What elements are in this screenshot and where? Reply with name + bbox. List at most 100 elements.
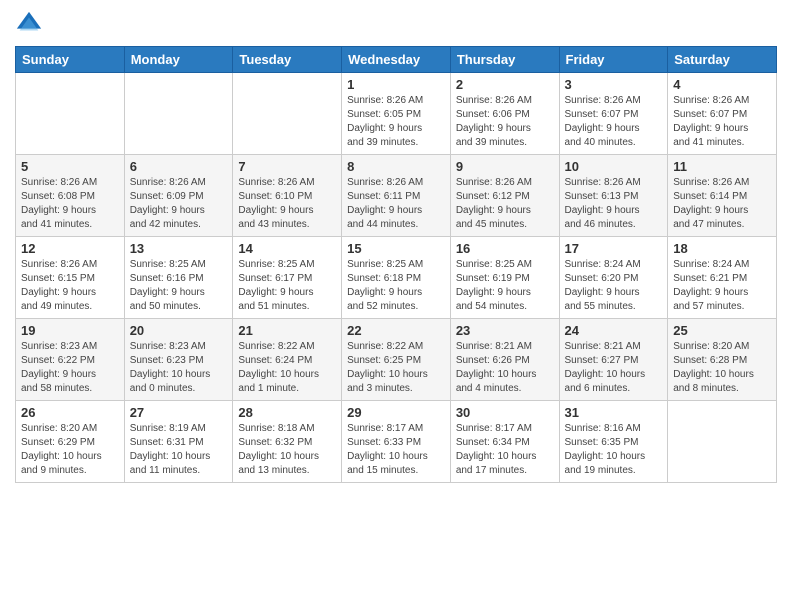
day-info: Sunrise: 8:22 AM Sunset: 6:25 PM Dayligh… bbox=[347, 340, 445, 396]
day-info: Sunrise: 8:26 AM Sunset: 6:12 PM Dayligh… bbox=[456, 176, 554, 232]
day-number: 9 bbox=[456, 159, 554, 174]
calendar-cell: 18 Sunrise: 8:24 AM Sunset: 6:21 PM Dayli… bbox=[668, 237, 777, 319]
calendar-cell bbox=[233, 73, 342, 155]
calendar-cell: 30 Sunrise: 8:17 AM Sunset: 6:34 PM Dayli… bbox=[450, 401, 559, 483]
calendar-cell: 1 Sunrise: 8:26 AM Sunset: 6:05 PM Daylig… bbox=[342, 73, 451, 155]
day-number: 3 bbox=[565, 77, 663, 92]
day-info: Sunrise: 8:21 AM Sunset: 6:26 PM Dayligh… bbox=[456, 340, 554, 396]
day-info: Sunrise: 8:23 AM Sunset: 6:23 PM Dayligh… bbox=[130, 340, 228, 396]
day-number: 19 bbox=[21, 323, 119, 338]
calendar-cell: 12Sunrise: 8:26 AM Sunset: 6:15 PM Dayli… bbox=[16, 237, 125, 319]
day-number: 28 bbox=[238, 405, 336, 420]
day-info: Sunrise: 8:26 AM Sunset: 6:08 PM Dayligh… bbox=[21, 176, 119, 232]
calendar-page: SundayMondayTuesdayWednesdayThursdayFrid… bbox=[0, 0, 792, 612]
day-info: Sunrise: 8:26 AM Sunset: 6:07 PM Dayligh… bbox=[565, 94, 663, 150]
day-info: Sunrise: 8:24 AM Sunset: 6:20 PM Dayligh… bbox=[565, 258, 663, 314]
day-number: 16 bbox=[456, 241, 554, 256]
day-info: Sunrise: 8:20 AM Sunset: 6:29 PM Dayligh… bbox=[21, 422, 119, 478]
calendar-cell: 5 Sunrise: 8:26 AM Sunset: 6:08 PM Daylig… bbox=[16, 155, 125, 237]
calendar-cell: 4 Sunrise: 8:26 AM Sunset: 6:07 PM Daylig… bbox=[668, 73, 777, 155]
day-info: Sunrise: 8:25 AM Sunset: 6:17 PM Dayligh… bbox=[238, 258, 336, 314]
day-info: Sunrise: 8:26 AM Sunset: 6:09 PM Dayligh… bbox=[130, 176, 228, 232]
day-info: Sunrise: 8:17 AM Sunset: 6:33 PM Dayligh… bbox=[347, 422, 445, 478]
day-info: Sunrise: 8:26 AM Sunset: 6:05 PM Dayligh… bbox=[347, 94, 445, 150]
day-info: Sunrise: 8:26 AM Sunset: 6:07 PM Dayligh… bbox=[673, 94, 771, 150]
weekday-header-sunday: Sunday bbox=[16, 47, 125, 73]
day-number: 8 bbox=[347, 159, 445, 174]
day-info: Sunrise: 8:26 AM Sunset: 6:13 PM Dayligh… bbox=[565, 176, 663, 232]
day-number: 20 bbox=[130, 323, 228, 338]
day-info: Sunrise: 8:25 AM Sunset: 6:16 PM Dayligh… bbox=[130, 258, 228, 314]
calendar-cell: 27Sunrise: 8:19 AM Sunset: 6:31 PM Dayli… bbox=[124, 401, 233, 483]
day-number: 25 bbox=[673, 323, 771, 338]
day-info: Sunrise: 8:26 AM Sunset: 6:10 PM Dayligh… bbox=[238, 176, 336, 232]
day-number: 1 bbox=[347, 77, 445, 92]
calendar-cell: 13 Sunrise: 8:25 AM Sunset: 6:16 PM Dayli… bbox=[124, 237, 233, 319]
calendar-cell: 14Sunrise: 8:25 AM Sunset: 6:17 PM Dayli… bbox=[233, 237, 342, 319]
calendar-week-2: 12Sunrise: 8:26 AM Sunset: 6:15 PM Dayli… bbox=[16, 237, 777, 319]
calendar-cell: 17 Sunrise: 8:24 AM Sunset: 6:20 PM Dayli… bbox=[559, 237, 668, 319]
day-info: Sunrise: 8:20 AM Sunset: 6:28 PM Dayligh… bbox=[673, 340, 771, 396]
day-number: 2 bbox=[456, 77, 554, 92]
day-number: 24 bbox=[565, 323, 663, 338]
day-number: 11 bbox=[673, 159, 771, 174]
calendar-week-3: 19Sunrise: 8:23 AM Sunset: 6:22 PM Dayli… bbox=[16, 319, 777, 401]
calendar-cell: 23 Sunrise: 8:21 AM Sunset: 6:26 PM Dayli… bbox=[450, 319, 559, 401]
calendar-cell: 28 Sunrise: 8:18 AM Sunset: 6:32 PM Dayli… bbox=[233, 401, 342, 483]
day-number: 10 bbox=[565, 159, 663, 174]
day-number: 15 bbox=[347, 241, 445, 256]
day-info: Sunrise: 8:21 AM Sunset: 6:27 PM Dayligh… bbox=[565, 340, 663, 396]
logo-icon bbox=[15, 10, 43, 38]
weekday-header-monday: Monday bbox=[124, 47, 233, 73]
page-header bbox=[15, 10, 777, 38]
calendar-week-0: 1 Sunrise: 8:26 AM Sunset: 6:05 PM Daylig… bbox=[16, 73, 777, 155]
day-info: Sunrise: 8:25 AM Sunset: 6:19 PM Dayligh… bbox=[456, 258, 554, 314]
day-number: 31 bbox=[565, 405, 663, 420]
day-info: Sunrise: 8:25 AM Sunset: 6:18 PM Dayligh… bbox=[347, 258, 445, 314]
day-info: Sunrise: 8:24 AM Sunset: 6:21 PM Dayligh… bbox=[673, 258, 771, 314]
day-info: Sunrise: 8:17 AM Sunset: 6:34 PM Dayligh… bbox=[456, 422, 554, 478]
day-number: 23 bbox=[456, 323, 554, 338]
day-number: 13 bbox=[130, 241, 228, 256]
calendar-cell: 25 Sunrise: 8:20 AM Sunset: 6:28 PM Dayli… bbox=[668, 319, 777, 401]
weekday-header-saturday: Saturday bbox=[668, 47, 777, 73]
calendar-cell: 16 Sunrise: 8:25 AM Sunset: 6:19 PM Dayli… bbox=[450, 237, 559, 319]
weekday-header-tuesday: Tuesday bbox=[233, 47, 342, 73]
day-info: Sunrise: 8:22 AM Sunset: 6:24 PM Dayligh… bbox=[238, 340, 336, 396]
day-number: 6 bbox=[130, 159, 228, 174]
calendar-cell: 11 Sunrise: 8:26 AM Sunset: 6:14 PM Dayli… bbox=[668, 155, 777, 237]
day-info: Sunrise: 8:26 AM Sunset: 6:06 PM Dayligh… bbox=[456, 94, 554, 150]
day-info: Sunrise: 8:16 AM Sunset: 6:35 PM Dayligh… bbox=[565, 422, 663, 478]
calendar-cell: 20 Sunrise: 8:23 AM Sunset: 6:23 PM Dayli… bbox=[124, 319, 233, 401]
calendar-week-4: 26 Sunrise: 8:20 AM Sunset: 6:29 PM Dayli… bbox=[16, 401, 777, 483]
day-number: 5 bbox=[21, 159, 119, 174]
calendar-cell bbox=[16, 73, 125, 155]
calendar-cell: 7 Sunrise: 8:26 AM Sunset: 6:10 PM Daylig… bbox=[233, 155, 342, 237]
day-info: Sunrise: 8:26 AM Sunset: 6:11 PM Dayligh… bbox=[347, 176, 445, 232]
calendar-cell bbox=[668, 401, 777, 483]
calendar-cell bbox=[124, 73, 233, 155]
day-number: 26 bbox=[21, 405, 119, 420]
day-number: 29 bbox=[347, 405, 445, 420]
day-number: 30 bbox=[456, 405, 554, 420]
day-info: Sunrise: 8:18 AM Sunset: 6:32 PM Dayligh… bbox=[238, 422, 336, 478]
calendar-cell: 6 Sunrise: 8:26 AM Sunset: 6:09 PM Daylig… bbox=[124, 155, 233, 237]
day-number: 7 bbox=[238, 159, 336, 174]
weekday-header-thursday: Thursday bbox=[450, 47, 559, 73]
calendar-cell: 24 Sunrise: 8:21 AM Sunset: 6:27 PM Dayli… bbox=[559, 319, 668, 401]
calendar-cell: 8 Sunrise: 8:26 AM Sunset: 6:11 PM Daylig… bbox=[342, 155, 451, 237]
day-number: 17 bbox=[565, 241, 663, 256]
calendar-cell: 15 Sunrise: 8:25 AM Sunset: 6:18 PM Dayli… bbox=[342, 237, 451, 319]
day-number: 22 bbox=[347, 323, 445, 338]
day-number: 18 bbox=[673, 241, 771, 256]
weekday-header-wednesday: Wednesday bbox=[342, 47, 451, 73]
calendar-cell: 21Sunrise: 8:22 AM Sunset: 6:24 PM Dayli… bbox=[233, 319, 342, 401]
calendar-cell: 10 Sunrise: 8:26 AM Sunset: 6:13 PM Dayli… bbox=[559, 155, 668, 237]
calendar-cell: 22 Sunrise: 8:22 AM Sunset: 6:25 PM Dayli… bbox=[342, 319, 451, 401]
calendar-week-1: 5 Sunrise: 8:26 AM Sunset: 6:08 PM Daylig… bbox=[16, 155, 777, 237]
day-number: 27 bbox=[130, 405, 228, 420]
day-info: Sunrise: 8:26 AM Sunset: 6:14 PM Dayligh… bbox=[673, 176, 771, 232]
calendar-cell: 31 Sunrise: 8:16 AM Sunset: 6:35 PM Dayli… bbox=[559, 401, 668, 483]
day-info: Sunrise: 8:26 AM Sunset: 6:15 PM Dayligh… bbox=[21, 258, 119, 314]
day-number: 4 bbox=[673, 77, 771, 92]
